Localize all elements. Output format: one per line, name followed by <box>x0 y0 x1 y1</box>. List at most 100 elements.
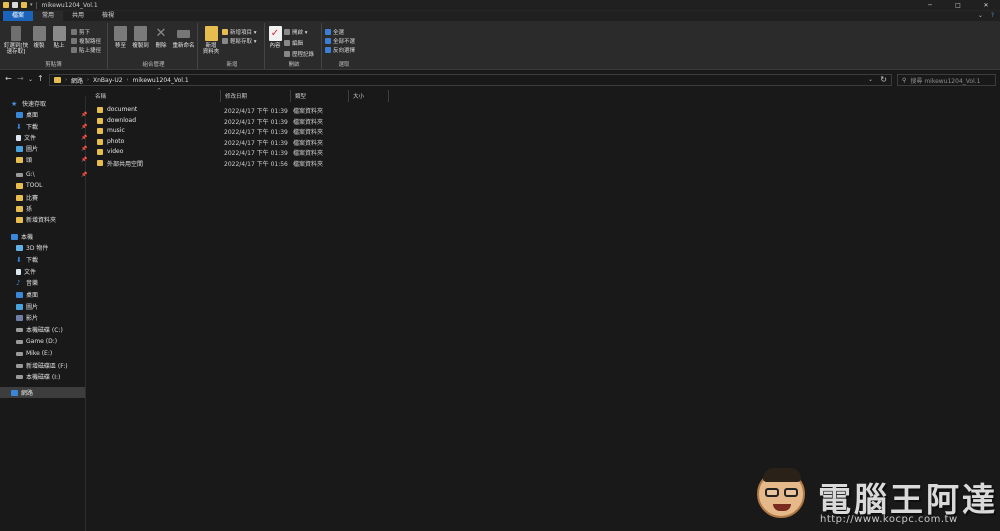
breadcrumb-network[interactable]: 網路 <box>71 76 83 85</box>
nav-desktop-label: 桌面 <box>26 112 39 119</box>
file-name: document <box>107 106 138 113</box>
minimize-button[interactable]: ─ <box>916 0 944 11</box>
search-box[interactable]: ⚲ 搜尋 mikewu1204_Vol.1 <box>897 74 996 86</box>
breadcrumb-arrow-icon[interactable]: › <box>65 77 67 83</box>
file-row[interactable]: 外部共用空間 2022/4/17 下午 01:56 檔案資料夾 <box>95 158 355 168</box>
column-header-size[interactable]: 大小 <box>349 90 389 102</box>
tab-share[interactable]: 共用 <box>63 11 93 21</box>
file-row[interactable]: download 2022/4/17 下午 01:39 檔案資料夾 <box>95 116 355 126</box>
copy-icon <box>32 26 46 41</box>
nav-drive-i[interactable]: 本機磁碟 (I:) <box>16 371 60 382</box>
file-row[interactable]: video 2022/4/17 下午 01:39 檔案資料夾 <box>95 147 355 157</box>
tab-view[interactable]: 檢視 <box>93 11 123 21</box>
quick-access-dropdown-icon[interactable]: ▾ <box>30 2 33 8</box>
rename-button[interactable]: 重新命名 <box>171 26 196 49</box>
paste-button[interactable]: 貼上 <box>51 26 67 49</box>
new-folder-quick-icon[interactable] <box>21 2 27 8</box>
breadcrumb-volume[interactable]: mikewu1204_Vol.1 <box>133 77 189 84</box>
new-folder-button[interactable]: 新增 資料夾 <box>202 26 220 55</box>
drive-icon <box>16 339 23 344</box>
address-dropdown-icon[interactable]: ⌄ <box>868 76 873 83</box>
nav-folder-tool[interactable]: TOOL <box>16 180 42 191</box>
nav-folder-tool-label: TOOL <box>26 182 43 189</box>
document-icon <box>16 268 21 275</box>
move-to-button[interactable]: 移至 <box>112 26 129 49</box>
file-row[interactable]: photo 2022/4/17 下午 01:39 檔案資料夾 <box>95 137 355 147</box>
nav-folder-contest[interactable]: 比賽 <box>16 192 38 203</box>
easy-access-button[interactable]: 輕鬆存取 ▾ <box>222 37 257 45</box>
folder-icon <box>16 205 23 212</box>
nav-drive-i-label: 本機磁碟 (I:) <box>26 374 61 381</box>
nav-drive-e[interactable]: Mike (E:) <box>16 348 52 359</box>
nav-desktop[interactable]: 桌面 📌 <box>16 109 87 120</box>
nav-pc-downloads[interactable]: ⬇ 下載 <box>16 254 38 265</box>
select-all-button[interactable]: 全選 <box>325 28 344 36</box>
network-icon <box>11 389 18 396</box>
nav-drive-e-label: Mike (E:) <box>26 350 53 357</box>
nav-drive-d[interactable]: Game (D:) <box>16 336 57 347</box>
tab-home[interactable]: 常用 <box>33 11 64 21</box>
edit-button[interactable]: 編輯 <box>284 39 303 47</box>
column-header-name[interactable]: ^ 名稱 <box>91 88 221 102</box>
copy-path-button[interactable]: 複製路徑 <box>71 37 101 45</box>
history-button[interactable]: 歷程記錄 <box>284 50 314 58</box>
nav-pc-documents[interactable]: 文件 <box>16 266 36 277</box>
nav-3d-objects[interactable]: 3D 物件 <box>16 242 48 253</box>
nav-drive-c[interactable]: 本機磁碟 (C:) <box>16 324 63 335</box>
up-button[interactable]: ↑ <box>37 74 44 83</box>
pin-quick-access-button[interactable]: 釘選到[快速存取] <box>3 26 29 55</box>
column-date-label: 修改日期 <box>225 94 248 100</box>
invert-selection-button[interactable]: 反向選擇 <box>325 46 355 54</box>
copy-button[interactable]: 複製 <box>31 26 47 49</box>
nav-network-drive-g[interactable]: G:\ 📌 <box>16 169 87 180</box>
title-bar: ▾ mikewu1204_Vol.1 ─ □ ✕ <box>0 0 1000 11</box>
delete-button[interactable]: ✕ 刪除 <box>153 26 169 49</box>
refresh-icon[interactable]: ↻ <box>880 75 887 84</box>
file-name: music <box>107 127 125 134</box>
nav-videos[interactable]: 影片 <box>16 312 38 323</box>
nav-pictures[interactable]: 圖片 📌 <box>16 143 87 154</box>
paste-shortcut-button[interactable]: 貼上捷徑 <box>71 46 101 54</box>
nav-drive-f[interactable]: 新增磁碟區 (F:) <box>16 360 68 371</box>
tab-file[interactable]: 檔案 <box>3 11 34 21</box>
nav-pc-pictures[interactable]: 圖片 <box>16 301 38 312</box>
ribbon-collapse-icon[interactable]: ⌄ <box>978 12 983 19</box>
nav-folder-sun[interactable]: 孫 <box>16 203 32 214</box>
nav-folder-new[interactable]: 新增資料夾 <box>16 214 56 225</box>
back-button[interactable]: ← <box>5 74 12 83</box>
nav-folder-head[interactable]: 頭 📌 <box>16 154 87 165</box>
nav-quick-access[interactable]: ★ 快速存取 <box>11 98 46 109</box>
open-button[interactable]: 開啟 ▾ <box>284 28 308 36</box>
help-icon[interactable]: ? <box>991 12 994 19</box>
copy-to-button[interactable]: 複製到 <box>131 26 150 49</box>
column-header-date[interactable]: 修改日期 <box>221 90 291 102</box>
cut-button[interactable]: 剪下 <box>71 28 90 36</box>
nav-documents[interactable]: 文件 📌 <box>16 132 87 143</box>
select-none-button[interactable]: 全部不選 <box>325 37 355 45</box>
breadcrumb-arrow-icon[interactable]: › <box>127 77 129 83</box>
nav-network[interactable]: 網路 <box>0 387 85 398</box>
file-row[interactable]: music 2022/4/17 下午 01:39 檔案資料夾 <box>95 126 355 136</box>
breadcrumb-nas[interactable]: XnBay-U2 <box>93 77 123 84</box>
nav-music[interactable]: ♪ 音樂 <box>16 277 38 288</box>
nav-this-pc[interactable]: 本機 <box>11 231 33 242</box>
breadcrumb-arrow-icon[interactable]: › <box>87 77 89 83</box>
new-item-button[interactable]: 新增項目 ▾ <box>222 28 257 36</box>
forward-button[interactable]: → <box>17 74 24 83</box>
nav-pc-desktop[interactable]: 桌面 <box>16 289 38 300</box>
properties-quick-icon[interactable] <box>12 2 18 8</box>
address-bar[interactable]: › 網路 › XnBay-U2 › mikewu1204_Vol.1 ⌄ ↻ <box>49 74 892 86</box>
open-group-label: 開啟 <box>288 62 300 68</box>
nav-downloads[interactable]: ⬇ 下載 📌 <box>16 121 87 132</box>
mascot-face-logo <box>757 468 805 518</box>
properties-button[interactable]: ✓ 內容 <box>268 26 282 49</box>
select-group-label: 選取 <box>338 62 350 68</box>
column-header-type[interactable]: 類型 <box>291 90 349 102</box>
recent-locations-button[interactable]: ⌄ <box>28 76 33 83</box>
paste-shortcut-label: 貼上捷徑 <box>79 48 102 54</box>
file-row[interactable]: document 2022/4/17 下午 01:39 檔案資料夾 <box>95 105 355 115</box>
sort-ascending-icon: ^ <box>157 88 162 94</box>
close-button[interactable]: ✕ <box>972 0 1000 11</box>
clipboard-group-label: 剪貼簿 <box>45 62 62 68</box>
maximize-button[interactable]: □ <box>944 0 972 11</box>
